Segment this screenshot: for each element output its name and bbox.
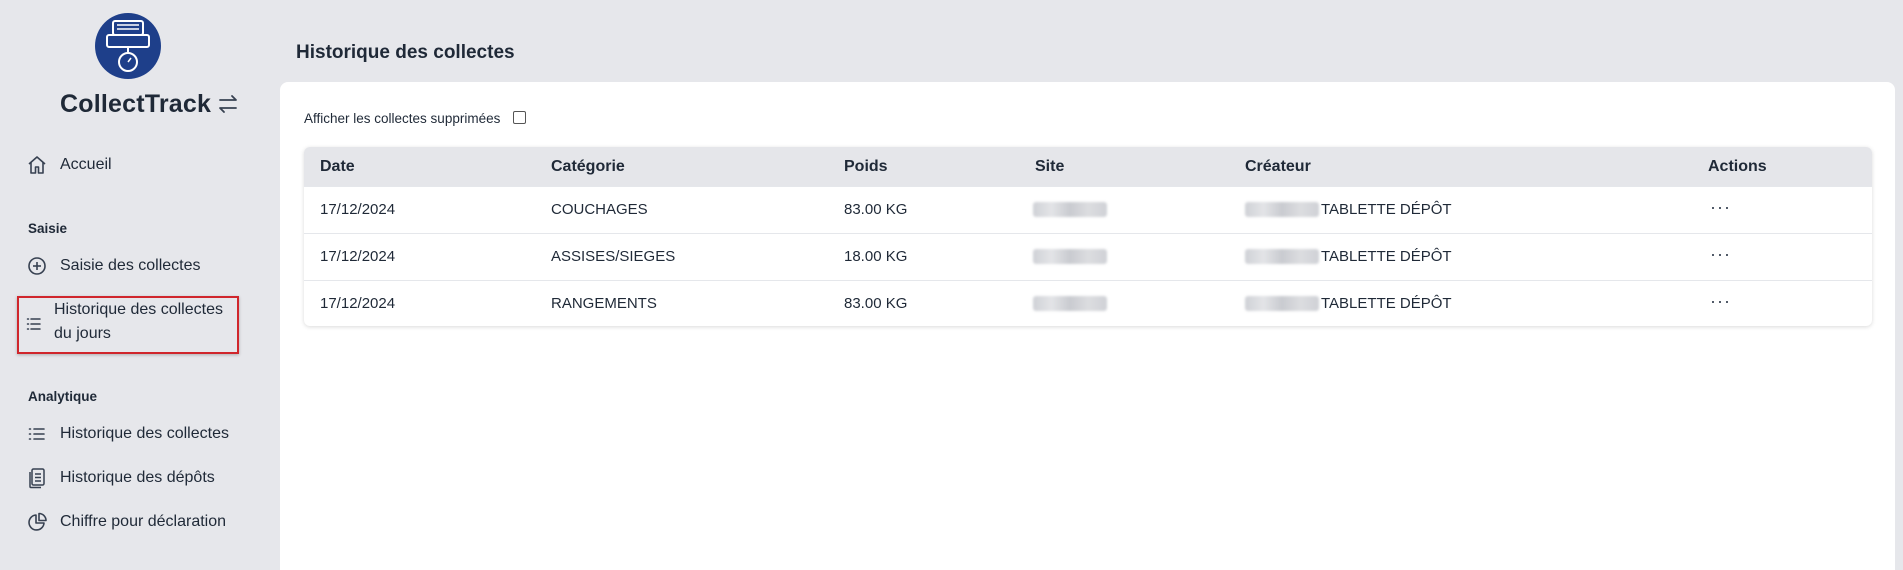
table-row: 17/12/2024 COUCHAGES 83.00 KG TABLETTE D… (304, 186, 1872, 233)
creator-redacted (1245, 249, 1319, 264)
column-header-date[interactable]: Date (320, 158, 355, 176)
pie-chart-icon (26, 511, 48, 533)
sidebar-item-historique-jours[interactable]: Historique des collectes du jours (26, 298, 229, 346)
column-header-createur[interactable]: Créateur (1245, 158, 1311, 176)
sidebar-item-chiffre-declaration[interactable]: Chiffre pour déclaration (26, 511, 226, 533)
cell-createur: TABLETTE DÉPÔT (1321, 248, 1452, 265)
table-row: 17/12/2024 ASSISES/SIEGES 18.00 KG TABLE… (304, 233, 1872, 280)
sidebar-item-label: Accueil (60, 156, 112, 173)
sidebar-item-label: Historique des dépôts (60, 469, 215, 486)
creator-redacted (1245, 202, 1319, 217)
sidebar: CollectTrack Accueil Saisie Saisie des c… (0, 0, 280, 570)
column-header-actions: Actions (1708, 158, 1767, 175)
list-icon (26, 423, 48, 445)
sidebar-item-label: Saisie des collectes (60, 257, 201, 274)
section-analytique: Analytique (28, 389, 98, 404)
page-title: Historique des collectes (296, 42, 515, 63)
clipboard-icon (26, 467, 48, 489)
table-header: Date Catégorie Poids Site Créateur Actio… (304, 147, 1872, 186)
list-icon (26, 316, 42, 332)
cell-date: 17/12/2024 (320, 201, 396, 218)
site-redacted (1033, 296, 1107, 311)
swap-arrows-icon[interactable] (215, 91, 241, 117)
sidebar-item-historique-collectes[interactable]: Historique des collectes (26, 423, 229, 445)
show-deleted-toggle-row: Afficher les collectes supprimées (304, 111, 527, 126)
cell-createur: TABLETTE DÉPÔT (1321, 201, 1452, 218)
cell-poids: 83.00 KG (844, 295, 908, 312)
table-row: 17/12/2024 RANGEMENTS 83.00 KG TABLETTE … (304, 280, 1872, 326)
site-redacted (1033, 249, 1107, 264)
cell-createur: TABLETTE DÉPÔT (1321, 295, 1452, 312)
site-redacted (1033, 202, 1107, 217)
cell-categorie: RANGEMENTS (551, 295, 657, 312)
cell-poids: 18.00 KG (844, 248, 908, 265)
app: CollectTrack Accueil Saisie Saisie des c… (0, 0, 1903, 570)
show-deleted-label: Afficher les collectes supprimées (304, 111, 501, 126)
more-horizontal-icon[interactable]: ··· (1710, 197, 1731, 218)
more-horizontal-icon[interactable]: ··· (1710, 291, 1731, 312)
plus-circle-icon (26, 255, 48, 277)
home-icon (26, 154, 48, 176)
column-header-categorie[interactable]: Catégorie (551, 158, 625, 176)
sidebar-item-home[interactable]: Accueil (26, 154, 112, 176)
cell-date: 17/12/2024 (320, 248, 396, 265)
app-logo-icon[interactable] (95, 13, 161, 79)
cell-categorie: ASSISES/SIEGES (551, 248, 676, 265)
column-header-poids[interactable]: Poids (844, 158, 888, 176)
brand-name: CollectTrack (60, 90, 212, 118)
cell-categorie: COUCHAGES (551, 201, 648, 218)
cell-date: 17/12/2024 (320, 295, 396, 312)
collectes-table: Date Catégorie Poids Site Créateur Actio… (304, 147, 1872, 326)
column-header-site[interactable]: Site (1035, 158, 1064, 176)
more-horizontal-icon[interactable]: ··· (1710, 244, 1731, 265)
creator-redacted (1245, 296, 1319, 311)
show-deleted-checkbox[interactable] (513, 111, 527, 124)
sidebar-item-label: Historique des collectes (60, 425, 229, 442)
section-saisie: Saisie (28, 221, 68, 236)
sidebar-item-historique-depots[interactable]: Historique des dépôts (26, 467, 215, 489)
sidebar-item-label: Historique des collectes du jours (54, 301, 223, 342)
sidebar-item-saisie-collectes[interactable]: Saisie des collectes (26, 255, 201, 277)
cell-poids: 83.00 KG (844, 201, 908, 218)
sidebar-item-label: Chiffre pour déclaration (60, 513, 227, 530)
